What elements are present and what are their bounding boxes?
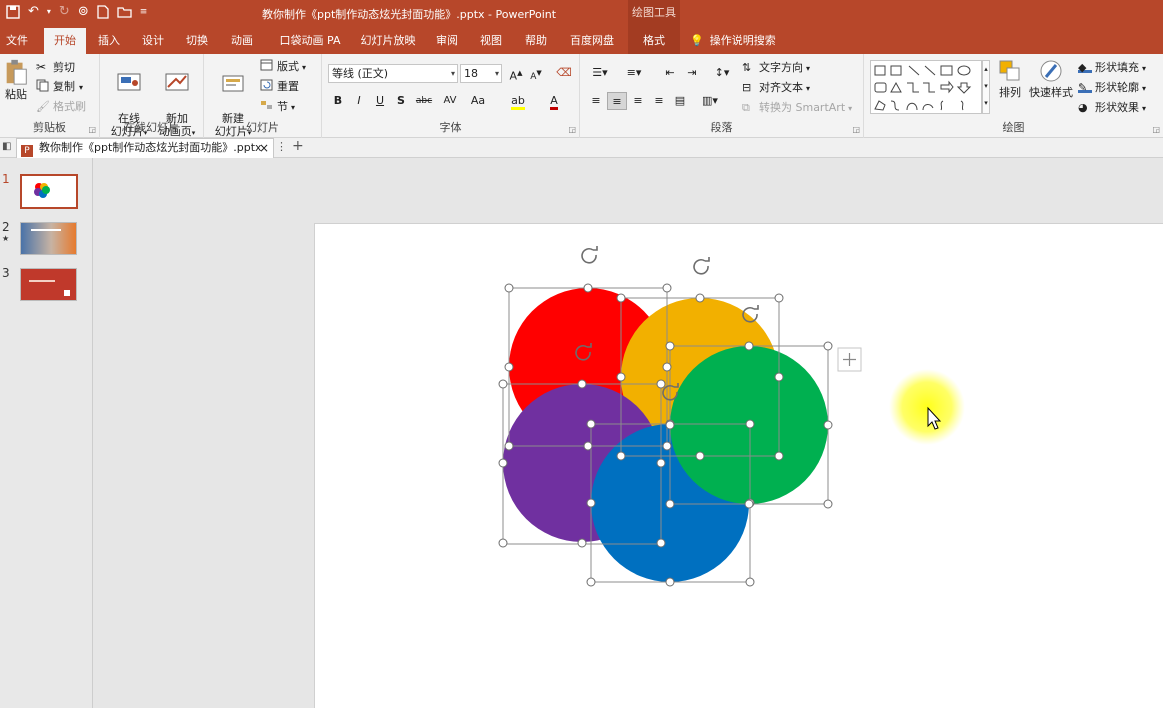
slide-shapes-layer [498, 246, 965, 587]
rotate-icon[interactable] [581, 246, 598, 264]
cursor-highlight [889, 369, 965, 445]
rotate-icon[interactable] [693, 257, 710, 275]
layout-options-button[interactable] [837, 347, 862, 372]
